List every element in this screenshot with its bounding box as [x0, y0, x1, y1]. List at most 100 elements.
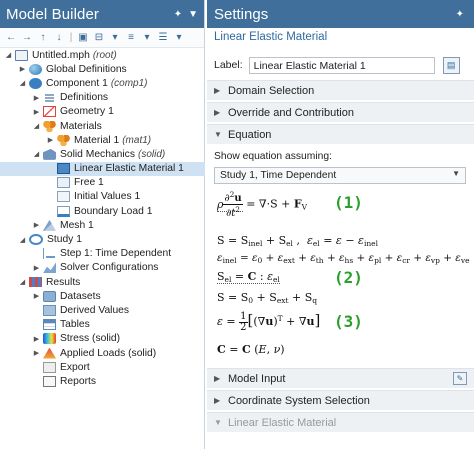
- tree-label: Solver Configurations: [60, 262, 159, 274]
- materials-icon: [43, 120, 56, 132]
- tree-node-global-definitions[interactable]: ▶ Global Definitions: [0, 62, 205, 76]
- expand-arrow-icon[interactable]: ▶: [32, 108, 41, 116]
- pin-icon[interactable]: ✦: [174, 9, 182, 20]
- tree-node-solver-configurations[interactable]: ▶ Solver Configurations: [0, 261, 205, 275]
- label-action-icon[interactable]: ▤: [442, 56, 460, 74]
- collapse-arrow-icon[interactable]: ◢: [32, 122, 41, 130]
- free-icon: [57, 177, 70, 189]
- collapse-arrow-icon: ▼: [214, 418, 222, 427]
- expand-arrow-icon[interactable]: ▶: [46, 136, 55, 144]
- section-title: Equation: [228, 128, 272, 141]
- tree-label: Free 1: [74, 177, 104, 189]
- expand-arrow-icon[interactable]: ▶: [32, 292, 41, 300]
- tree-label: Study 1: [47, 234, 82, 246]
- tree-node-tables[interactable]: Tables: [0, 318, 205, 332]
- material-icon: [57, 134, 70, 146]
- label-input[interactable]: Linear Elastic Material 1: [248, 56, 435, 74]
- tree-tag: (mat1): [122, 134, 152, 146]
- edit-icon[interactable]: ✎: [453, 372, 467, 385]
- pin-icon[interactable]: ✦: [456, 9, 464, 20]
- down-arrow-icon[interactable]: ↓: [52, 32, 66, 43]
- collapse-arrow-icon[interactable]: ◢: [18, 278, 27, 286]
- tree-node-component[interactable]: ◢ Component 1 (comp1): [0, 76, 205, 90]
- section-model-input[interactable]: ▶ Model Input ✎: [207, 368, 474, 388]
- settings-header: Settings ✦: [207, 0, 474, 28]
- tree-node-applied-loads[interactable]: ▶ Applied Loads (solid): [0, 346, 205, 360]
- expand-icon[interactable]: ▾: [108, 32, 122, 43]
- section-domain-selection[interactable]: ▶ Domain Selection: [207, 80, 474, 100]
- tree-label: Step 1: Time Dependent: [60, 248, 172, 260]
- up-arrow-icon[interactable]: ↑: [36, 32, 50, 43]
- tree-node-study[interactable]: ◢ Study 1: [0, 232, 205, 246]
- linear-elastic-icon: [57, 163, 70, 175]
- forward-arrow-icon[interactable]: →: [20, 32, 34, 43]
- tree-node-linear-elastic-material[interactable]: Linear Elastic Material 1: [0, 161, 205, 176]
- equation-1: ρ ∂2u ∂t2 = ∇·S + FV: [217, 190, 308, 219]
- tree-label: Reports: [60, 375, 97, 387]
- show-icon[interactable]: ▣: [76, 32, 90, 43]
- tree-node-root[interactable]: ◢ Untitled.mph (root): [0, 48, 205, 62]
- expand-arrow-icon: ▶: [214, 396, 221, 405]
- section-coordinate-system[interactable]: ▶ Coordinate System Selection: [207, 390, 474, 410]
- tree-node-results[interactable]: ◢ Results: [0, 275, 205, 289]
- tree-node-datasets[interactable]: ▶ Datasets: [0, 289, 205, 303]
- list-icon[interactable]: ☰: [156, 32, 170, 43]
- expand-arrow-icon[interactable]: ▶: [18, 65, 27, 73]
- section-title: Domain Selection: [228, 84, 315, 97]
- equation-3a: ε = 1 2 [(∇u)T + ∇u]: [217, 310, 321, 333]
- tree-node-initial-values[interactable]: Initial Values 1: [0, 190, 205, 204]
- tree-node-derived-values[interactable]: Derived Values: [0, 303, 205, 317]
- tree-node-boundary-load[interactable]: Boundary Load 1: [0, 204, 205, 218]
- tree-label: Stress (solid): [60, 333, 121, 345]
- list-dropdown-icon[interactable]: ▾: [172, 32, 186, 43]
- model-tree: ◢ Untitled.mph (root) ▶ Global Definitions …: [0, 48, 205, 389]
- tree-node-mesh[interactable]: ▶ Mesh 1: [0, 218, 205, 232]
- collapse-arrow-icon[interactable]: ◢: [32, 150, 41, 158]
- globe-icon: [29, 63, 42, 75]
- tree-label: Results: [46, 276, 81, 288]
- tree-node-stress[interactable]: ▶ Stress (solid): [0, 332, 205, 346]
- tree-node-export[interactable]: Export: [0, 360, 205, 374]
- collapse-icon[interactable]: ⊟: [92, 32, 106, 43]
- study-select[interactable]: Study 1, Time Dependent ▼: [214, 167, 466, 184]
- tree-label: Initial Values 1: [74, 191, 141, 203]
- tree-label: Solid Mechanics: [60, 148, 135, 160]
- section-linear-elastic-material[interactable]: ▼ Linear Elastic Material: [207, 412, 474, 432]
- tree-label: Material 1: [74, 134, 120, 146]
- tree-node-geometry[interactable]: ▶ Geometry 1: [0, 105, 205, 119]
- mesh-icon: [43, 219, 56, 231]
- derived-values-icon: [43, 304, 56, 316]
- sort-icon[interactable]: ≡: [124, 32, 138, 43]
- expand-arrow-icon: ▶: [214, 86, 221, 95]
- equation-number-1: (1): [334, 193, 363, 212]
- expand-arrow-icon[interactable]: ▶: [32, 264, 41, 272]
- panel-menu-icon[interactable]: ▼: [188, 9, 198, 20]
- section-override-contribution[interactable]: ▶ Override and Contribution: [207, 102, 474, 122]
- definitions-icon: [43, 92, 56, 104]
- section-equation[interactable]: ▼ Equation: [207, 124, 474, 144]
- stress-plot-icon: [43, 333, 56, 345]
- expand-arrow-icon[interactable]: ▶: [32, 94, 41, 102]
- collapse-arrow-icon[interactable]: ◢: [4, 51, 13, 59]
- collapse-arrow-icon[interactable]: ◢: [18, 236, 27, 244]
- tree-tag: (root): [92, 49, 117, 61]
- sort-dropdown-icon[interactable]: ▾: [140, 32, 154, 43]
- model-builder-panel: Model Builder ✦ ▼ ← → ↑ ↓ | ▣ ⊟ ▾ ≡ ▾ ☰ …: [0, 0, 205, 449]
- back-arrow-icon[interactable]: ←: [4, 32, 18, 43]
- tree-node-solid-mechanics[interactable]: ◢ Solid Mechanics (solid): [0, 147, 205, 161]
- expand-arrow-icon[interactable]: ▶: [32, 349, 41, 357]
- tree-tag: (solid): [137, 148, 166, 160]
- tree-node-free[interactable]: Free 1: [0, 176, 205, 190]
- tree-node-step[interactable]: Step 1: Time Dependent: [0, 247, 205, 261]
- tree-node-materials[interactable]: ◢ Materials: [0, 119, 205, 133]
- tree-node-material-1[interactable]: ▶ Material 1 (mat1): [0, 133, 205, 147]
- tree-node-definitions[interactable]: ▶ Definitions: [0, 91, 205, 105]
- tree-node-reports[interactable]: Reports: [0, 374, 205, 388]
- expand-arrow-icon[interactable]: ▶: [32, 335, 41, 343]
- settings-title: Settings: [214, 5, 269, 23]
- collapse-arrow-icon[interactable]: ◢: [18, 79, 27, 87]
- expand-arrow-icon[interactable]: ▶: [32, 221, 41, 229]
- tree-label: Derived Values: [60, 304, 130, 316]
- settings-subtitle: Linear Elastic Material: [214, 31, 328, 43]
- equation-2c: Sel = C : εel: [217, 270, 280, 284]
